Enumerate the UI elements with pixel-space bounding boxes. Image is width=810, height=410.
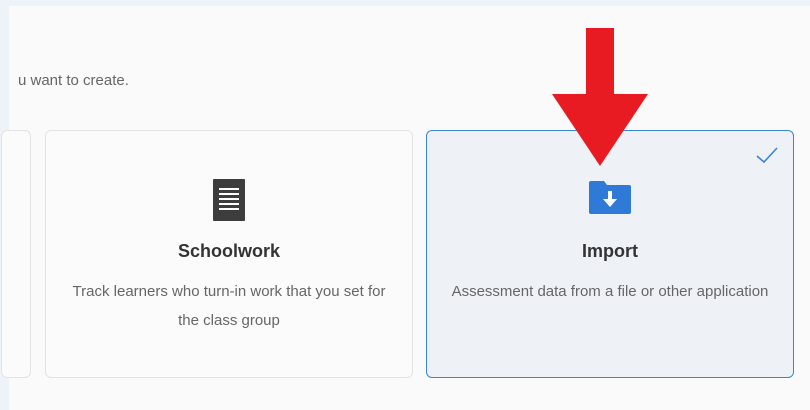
card-title: Import	[582, 241, 638, 261]
previous-option-card[interactable]	[1, 130, 31, 378]
content-panel: u want to create. Schoolwork Track learn…	[1, 6, 810, 410]
folder-download-icon	[588, 179, 632, 220]
checkmark-icon	[755, 145, 779, 170]
card-title: Schoolwork	[177, 241, 280, 261]
card-description: Assessment data from a file or other app…	[451, 283, 769, 300]
schoolwork-option-card[interactable]: Schoolwork Track learners who turn-in wo…	[45, 130, 413, 378]
intro-text: u want to create.	[18, 72, 129, 89]
document-icon	[213, 179, 245, 226]
card-description: Track learners who turn-in work that you…	[72, 283, 386, 329]
red-down-arrow	[552, 28, 648, 173]
